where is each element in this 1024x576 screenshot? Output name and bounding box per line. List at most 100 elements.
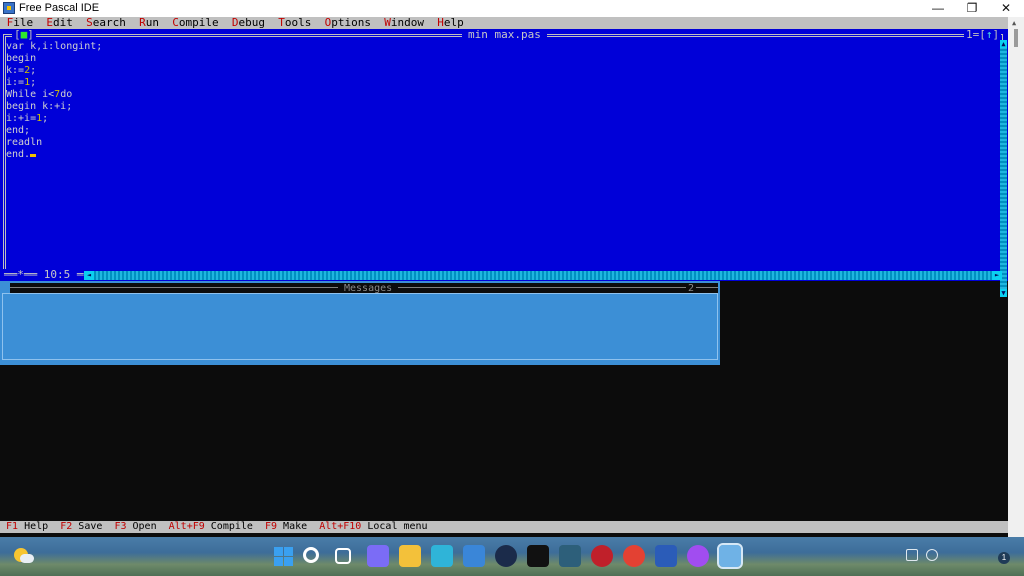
- scroll-left-icon[interactable]: ◄: [84, 271, 94, 280]
- file-explorer-icon[interactable]: [399, 545, 421, 567]
- code-text: do: [60, 89, 73, 100]
- menu-help[interactable]: Help: [437, 17, 464, 29]
- key-label: Make: [277, 521, 308, 532]
- word-icon[interactable]: [655, 545, 677, 567]
- menu-label: un: [145, 16, 159, 29]
- editor-close-box[interactable]: [■]: [12, 29, 36, 41]
- code-text: ;: [30, 77, 37, 88]
- record-app-icon[interactable]: [591, 545, 613, 567]
- menu-label: indow: [390, 16, 424, 29]
- key-alt-f10[interactable]: Alt+F10 Local menu: [319, 521, 427, 532]
- weather-widget-icon[interactable]: [12, 546, 34, 566]
- task-view-icon[interactable]: [335, 548, 351, 564]
- close-button[interactable]: ✕: [989, 0, 1023, 17]
- menu-hotkey: S: [86, 16, 93, 29]
- free-pascal-app-icon: [3, 2, 15, 14]
- install-app-icon[interactable]: [559, 545, 581, 567]
- menu-label: earch: [92, 16, 126, 29]
- code-line[interactable]: readln: [6, 137, 996, 149]
- menu-hotkey: H: [437, 16, 444, 29]
- store-icon[interactable]: [463, 545, 485, 567]
- c-app-icon[interactable]: [495, 545, 517, 567]
- function-key-bar: F1 Help F2 Save F3 Open Alt+F9 Compile F…: [0, 521, 1008, 533]
- search-icon[interactable]: [303, 547, 319, 563]
- text-cursor: [30, 154, 37, 157]
- code-text: k:=: [6, 65, 25, 76]
- scroll-down-icon[interactable]: ▼: [1000, 289, 1007, 297]
- code-line[interactable]: i:=1;: [6, 77, 996, 89]
- console-scrollbar[interactable]: ▲: [1008, 17, 1024, 537]
- tray-network-icon[interactable]: [926, 549, 938, 561]
- code-text: readln: [6, 137, 43, 148]
- system-tray: 1: [900, 547, 1020, 567]
- key-f2[interactable]: F2 Save: [60, 521, 102, 532]
- edge-icon[interactable]: [431, 545, 453, 567]
- key-f1[interactable]: F1 Help: [6, 521, 48, 532]
- key-f3[interactable]: F3 Open: [114, 521, 156, 532]
- notification-badge[interactable]: 1: [998, 552, 1010, 564]
- key-label: Help: [18, 521, 49, 532]
- start-button-icon[interactable]: [272, 545, 294, 567]
- code-line[interactable]: begin: [6, 53, 996, 65]
- editor-window-number[interactable]: 1=[↑]: [964, 28, 1002, 41]
- messages-list[interactable]: [2, 293, 718, 360]
- menu-label: ools: [284, 16, 312, 29]
- console-scroll-thumb[interactable]: [1014, 29, 1018, 47]
- code-editor[interactable]: var k,i:longint; begin k:=2; i:=1; While i<7…: [6, 41, 996, 161]
- menu-debug[interactable]: Debug: [232, 17, 265, 29]
- free-pascal-icon[interactable]: [717, 543, 743, 569]
- key-shortcut: F3: [114, 521, 127, 532]
- code-text: begin: [6, 53, 37, 64]
- code-text: end.: [6, 149, 31, 160]
- editor-horizontal-scrollbar[interactable]: ◄ ►: [84, 271, 1002, 280]
- scroll-up-icon[interactable]: ▲: [1000, 40, 1007, 48]
- menu-label: elp: [443, 16, 464, 29]
- key-f9[interactable]: F9 Make: [265, 521, 307, 532]
- menu-hotkey: W: [384, 16, 391, 29]
- scroll-right-icon[interactable]: ►: [992, 271, 1002, 280]
- menu-tools[interactable]: Tools: [278, 17, 311, 29]
- restore-button[interactable]: ❐: [955, 0, 989, 17]
- key-shortcut: Alt+F9: [168, 521, 205, 532]
- minimize-button[interactable]: —: [921, 0, 955, 17]
- chat-icon[interactable]: [367, 545, 389, 567]
- code-text: i:+i=: [6, 113, 37, 124]
- key-alt-f9[interactable]: Alt+F9 Compile: [169, 521, 253, 532]
- menu-hotkey: T: [278, 16, 285, 29]
- cursor-position-value: 10:5: [43, 268, 71, 281]
- code-line[interactable]: begin k:+i;: [6, 101, 996, 113]
- menu-run[interactable]: Run: [139, 17, 159, 29]
- menu-search[interactable]: Search: [86, 17, 126, 29]
- tiktok-icon[interactable]: [527, 545, 549, 567]
- menu-hotkey: R: [139, 16, 146, 29]
- cloud-icon: [20, 554, 34, 563]
- scroll-up-arrow-icon[interactable]: ▲: [1012, 19, 1016, 27]
- code-line[interactable]: While i<7do: [6, 89, 996, 101]
- menu-edit[interactable]: Edit: [46, 17, 73, 29]
- code-line[interactable]: i:+i=1;: [6, 113, 996, 125]
- key-shortcut: F9: [264, 521, 278, 532]
- key-shortcut: F2: [60, 521, 73, 532]
- windows-taskbar: 1: [0, 537, 1024, 576]
- code-text: begin k:+i;: [6, 101, 73, 112]
- menu-window[interactable]: Window: [384, 17, 424, 29]
- code-line[interactable]: k:=2;: [6, 65, 996, 77]
- zoom-icon[interactable]: ↑: [986, 28, 993, 41]
- messages-title-bar: Messages 2: [10, 283, 718, 294]
- menu-options[interactable]: Options: [325, 17, 371, 29]
- code-text: end;: [6, 125, 31, 136]
- menu-label: ptions: [331, 16, 371, 29]
- code-line[interactable]: end;: [6, 125, 996, 137]
- code-line[interactable]: var k,i:longint;: [6, 41, 996, 53]
- key-label: Open: [126, 521, 157, 532]
- editor-vertical-scrollbar[interactable]: ▲ ▼: [1000, 40, 1007, 297]
- chrome-icon[interactable]: [623, 545, 645, 567]
- code-text: ;: [30, 65, 37, 76]
- messenger-icon[interactable]: [687, 545, 709, 567]
- tray-display-icon[interactable]: [906, 549, 918, 561]
- menu-compile[interactable]: Compile: [172, 17, 218, 29]
- menu-label: ebug: [238, 16, 266, 29]
- code-line[interactable]: end.: [6, 149, 996, 161]
- window-title: Free Pascal IDE: [19, 2, 100, 14]
- code-text: var k,i:longint;: [6, 41, 103, 52]
